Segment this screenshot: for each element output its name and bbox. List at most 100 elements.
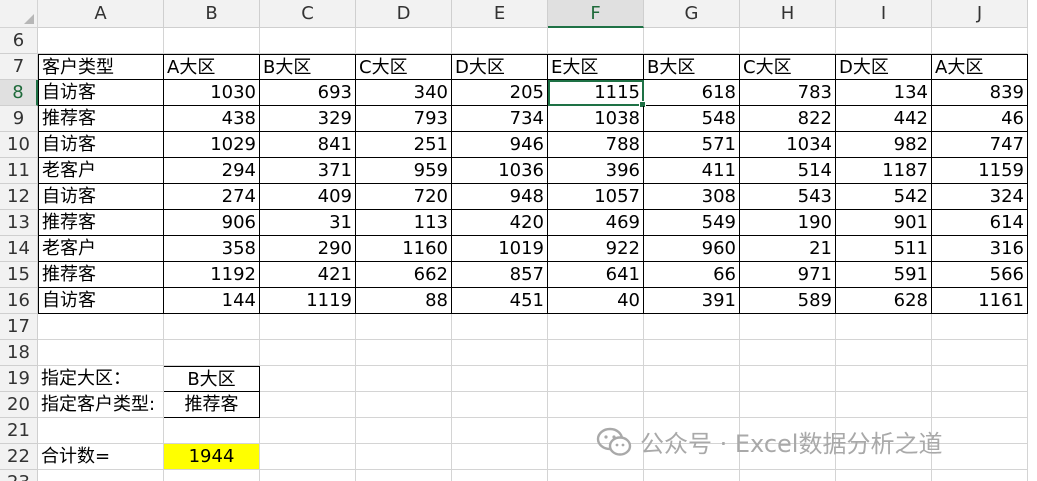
cell-e15[interactable]: 857 xyxy=(452,262,548,288)
cell-f17[interactable] xyxy=(548,314,644,340)
cell-e19[interactable] xyxy=(452,366,548,392)
column-header-b[interactable]: B xyxy=(164,0,260,28)
cell-h19[interactable] xyxy=(740,366,836,392)
cell-d13[interactable]: 113 xyxy=(356,210,452,236)
cell-i17[interactable] xyxy=(836,314,932,340)
cell-f11[interactable]: 396 xyxy=(548,158,644,184)
column-header-j[interactable]: J xyxy=(932,0,1028,28)
cell-e14[interactable]: 1019 xyxy=(452,236,548,262)
cell-b15[interactable]: 1192 xyxy=(164,262,260,288)
cell-i11[interactable]: 1187 xyxy=(836,158,932,184)
cell-f10[interactable]: 788 xyxy=(548,132,644,158)
cell-d12[interactable]: 720 xyxy=(356,184,452,210)
row-header-9[interactable]: 9 xyxy=(0,106,38,132)
row-header-12[interactable]: 12 xyxy=(0,184,38,210)
cell-j11[interactable]: 1159 xyxy=(932,158,1028,184)
cell-j17[interactable] xyxy=(932,314,1028,340)
cell-b19[interactable]: B大区 xyxy=(164,366,260,392)
cell-d11[interactable]: 959 xyxy=(356,158,452,184)
row-header-15[interactable]: 15 xyxy=(0,262,38,288)
cell-d16[interactable]: 88 xyxy=(356,288,452,314)
cell-f16[interactable]: 40 xyxy=(548,288,644,314)
cell-b20[interactable]: 推荐客 xyxy=(164,392,260,418)
cell-h7[interactable]: C大区 xyxy=(740,54,836,80)
cell-j18[interactable] xyxy=(932,340,1028,366)
cell-c9[interactable]: 329 xyxy=(260,106,356,132)
cell-d17[interactable] xyxy=(356,314,452,340)
row-header-23[interactable]: 23 xyxy=(0,470,38,481)
cell-g8[interactable]: 618 xyxy=(644,80,740,106)
cell-j23[interactable] xyxy=(932,470,1028,481)
cell-b14[interactable]: 358 xyxy=(164,236,260,262)
cell-a11[interactable]: 老客户 xyxy=(38,158,164,184)
cell-c23[interactable] xyxy=(260,470,356,481)
cell-g9[interactable]: 548 xyxy=(644,106,740,132)
cell-j7[interactable]: A大区 xyxy=(932,54,1028,80)
cell-h18[interactable] xyxy=(740,340,836,366)
cell-e21[interactable] xyxy=(452,418,548,444)
cell-i9[interactable]: 442 xyxy=(836,106,932,132)
cell-a23[interactable] xyxy=(38,470,164,481)
cell-g6[interactable] xyxy=(644,28,740,54)
cell-i7[interactable]: D大区 xyxy=(836,54,932,80)
cell-j22[interactable] xyxy=(932,444,1028,470)
cell-e13[interactable]: 420 xyxy=(452,210,548,236)
cell-e18[interactable] xyxy=(452,340,548,366)
column-header-f[interactable]: F xyxy=(548,0,644,28)
cell-j19[interactable] xyxy=(932,366,1028,392)
cell-e7[interactable]: D大区 xyxy=(452,54,548,80)
cell-a21[interactable] xyxy=(38,418,164,444)
cell-g20[interactable] xyxy=(644,392,740,418)
cell-h14[interactable]: 21 xyxy=(740,236,836,262)
cell-i16[interactable]: 628 xyxy=(836,288,932,314)
cell-f7[interactable]: E大区 xyxy=(548,54,644,80)
cell-j20[interactable] xyxy=(932,392,1028,418)
cell-c13[interactable]: 31 xyxy=(260,210,356,236)
cell-b17[interactable] xyxy=(164,314,260,340)
cell-i12[interactable]: 542 xyxy=(836,184,932,210)
cell-e17[interactable] xyxy=(452,314,548,340)
cell-h17[interactable] xyxy=(740,314,836,340)
cell-g23[interactable] xyxy=(644,470,740,481)
cell-a16[interactable]: 自访客 xyxy=(38,288,164,314)
cell-d9[interactable]: 793 xyxy=(356,106,452,132)
column-header-c[interactable]: C xyxy=(260,0,356,28)
cell-c11[interactable]: 371 xyxy=(260,158,356,184)
row-header-6[interactable]: 6 xyxy=(0,28,38,54)
cell-b13[interactable]: 906 xyxy=(164,210,260,236)
cell-a8[interactable]: 自访客 xyxy=(38,80,164,106)
row-header-21[interactable]: 21 xyxy=(0,418,38,444)
cell-d6[interactable] xyxy=(356,28,452,54)
cell-a15[interactable]: 推荐客 xyxy=(38,262,164,288)
cell-b10[interactable]: 1029 xyxy=(164,132,260,158)
cell-f15[interactable]: 641 xyxy=(548,262,644,288)
cell-i10[interactable]: 982 xyxy=(836,132,932,158)
cell-b6[interactable] xyxy=(164,28,260,54)
cell-e23[interactable] xyxy=(452,470,548,481)
cell-c14[interactable]: 290 xyxy=(260,236,356,262)
row-header-10[interactable]: 10 xyxy=(0,132,38,158)
column-header-h[interactable]: H xyxy=(740,0,836,28)
cell-j10[interactable]: 747 xyxy=(932,132,1028,158)
cell-j21[interactable] xyxy=(932,418,1028,444)
cell-g13[interactable]: 549 xyxy=(644,210,740,236)
cell-c12[interactable]: 409 xyxy=(260,184,356,210)
cell-c18[interactable] xyxy=(260,340,356,366)
cell-i18[interactable] xyxy=(836,340,932,366)
column-header-i[interactable]: I xyxy=(836,0,932,28)
cell-d20[interactable] xyxy=(356,392,452,418)
cell-d7[interactable]: C大区 xyxy=(356,54,452,80)
cell-j16[interactable]: 1161 xyxy=(932,288,1028,314)
cell-a17[interactable] xyxy=(38,314,164,340)
cell-h16[interactable]: 589 xyxy=(740,288,836,314)
cell-a10[interactable]: 自访客 xyxy=(38,132,164,158)
cell-c8[interactable]: 693 xyxy=(260,80,356,106)
cell-e20[interactable] xyxy=(452,392,548,418)
cell-h6[interactable] xyxy=(740,28,836,54)
cell-f14[interactable]: 922 xyxy=(548,236,644,262)
row-header-13[interactable]: 13 xyxy=(0,210,38,236)
cell-b8[interactable]: 1030 xyxy=(164,80,260,106)
cell-g16[interactable]: 391 xyxy=(644,288,740,314)
cell-a22[interactable]: 合计数= xyxy=(38,444,164,470)
cell-j14[interactable]: 316 xyxy=(932,236,1028,262)
